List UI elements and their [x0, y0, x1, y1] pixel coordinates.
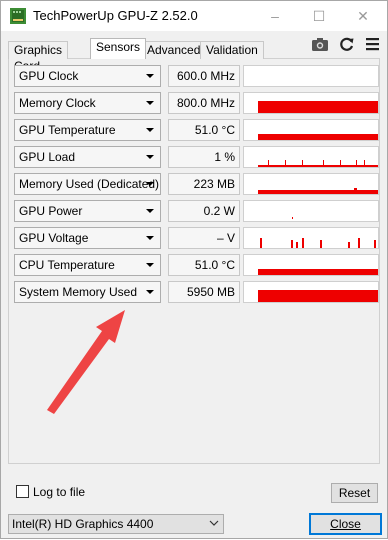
gpu-select-value: Intel(R) HD Graphics 4400 — [12, 517, 154, 531]
annotation-arrow-icon — [47, 310, 125, 414]
close-button-label: Close — [330, 517, 361, 531]
log-to-file-checkbox[interactable] — [16, 485, 29, 498]
gpuz-window: TechPowerUp GPU-Z 2.52.0 – ☐ ✕ Graphics … — [0, 0, 388, 539]
gpu-select-dropdown[interactable]: Intel(R) HD Graphics 4400 — [8, 514, 224, 534]
tab-sensors[interactable]: Sensors — [90, 38, 147, 59]
log-to-file-label: Log to file — [33, 485, 86, 499]
reset-button[interactable]: Reset — [331, 483, 378, 503]
close-button[interactable]: Close — [309, 513, 382, 535]
chevron-down-icon — [209, 520, 219, 526]
